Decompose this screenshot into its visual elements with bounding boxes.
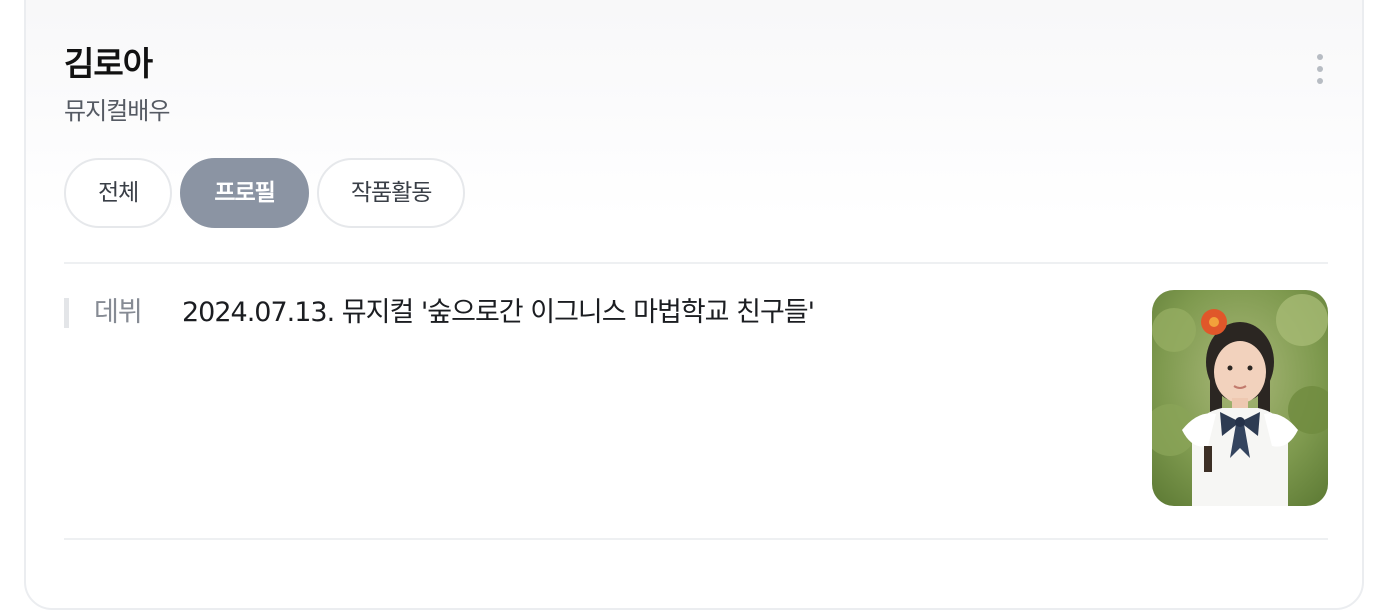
more-vertical-icon-dot [1317, 78, 1323, 84]
tab-works[interactable]: 작품활동 [316, 158, 466, 228]
debut-row: 데뷔 2024.07.13. 뮤지컬 '숲으로간 이그니스 마법학교 친구들' [64, 290, 1328, 510]
profile-name: 김로아 [64, 44, 153, 83]
row-accent-bar [64, 298, 69, 328]
profile-photo[interactable] [1152, 290, 1328, 506]
tab-profile[interactable]: 프로필 [180, 158, 309, 228]
more-vertical-icon [1317, 54, 1323, 60]
section-divider-top [64, 262, 1328, 264]
more-vertical-icon-dot [1317, 66, 1323, 72]
tab-all[interactable]: 전체 [64, 158, 173, 228]
profile-photo-icon [1152, 290, 1328, 506]
profile-subtitle: 뮤지컬배우 [64, 97, 170, 125]
debut-value: 2024.07.13. 뮤지컬 '숲으로간 이그니스 마법학교 친구들' [182, 297, 815, 328]
profile-tabs: 전체 프로필 작품활동 [64, 158, 466, 228]
debut-label: 데뷔 [94, 297, 143, 328]
section-divider-bottom [64, 538, 1328, 540]
more-options-button[interactable] [1308, 54, 1332, 84]
profile-card: 김로아 뮤지컬배우 전체 프로필 작품활동 데뷔 2024.07.13. 뮤지컬… [24, 0, 1364, 610]
